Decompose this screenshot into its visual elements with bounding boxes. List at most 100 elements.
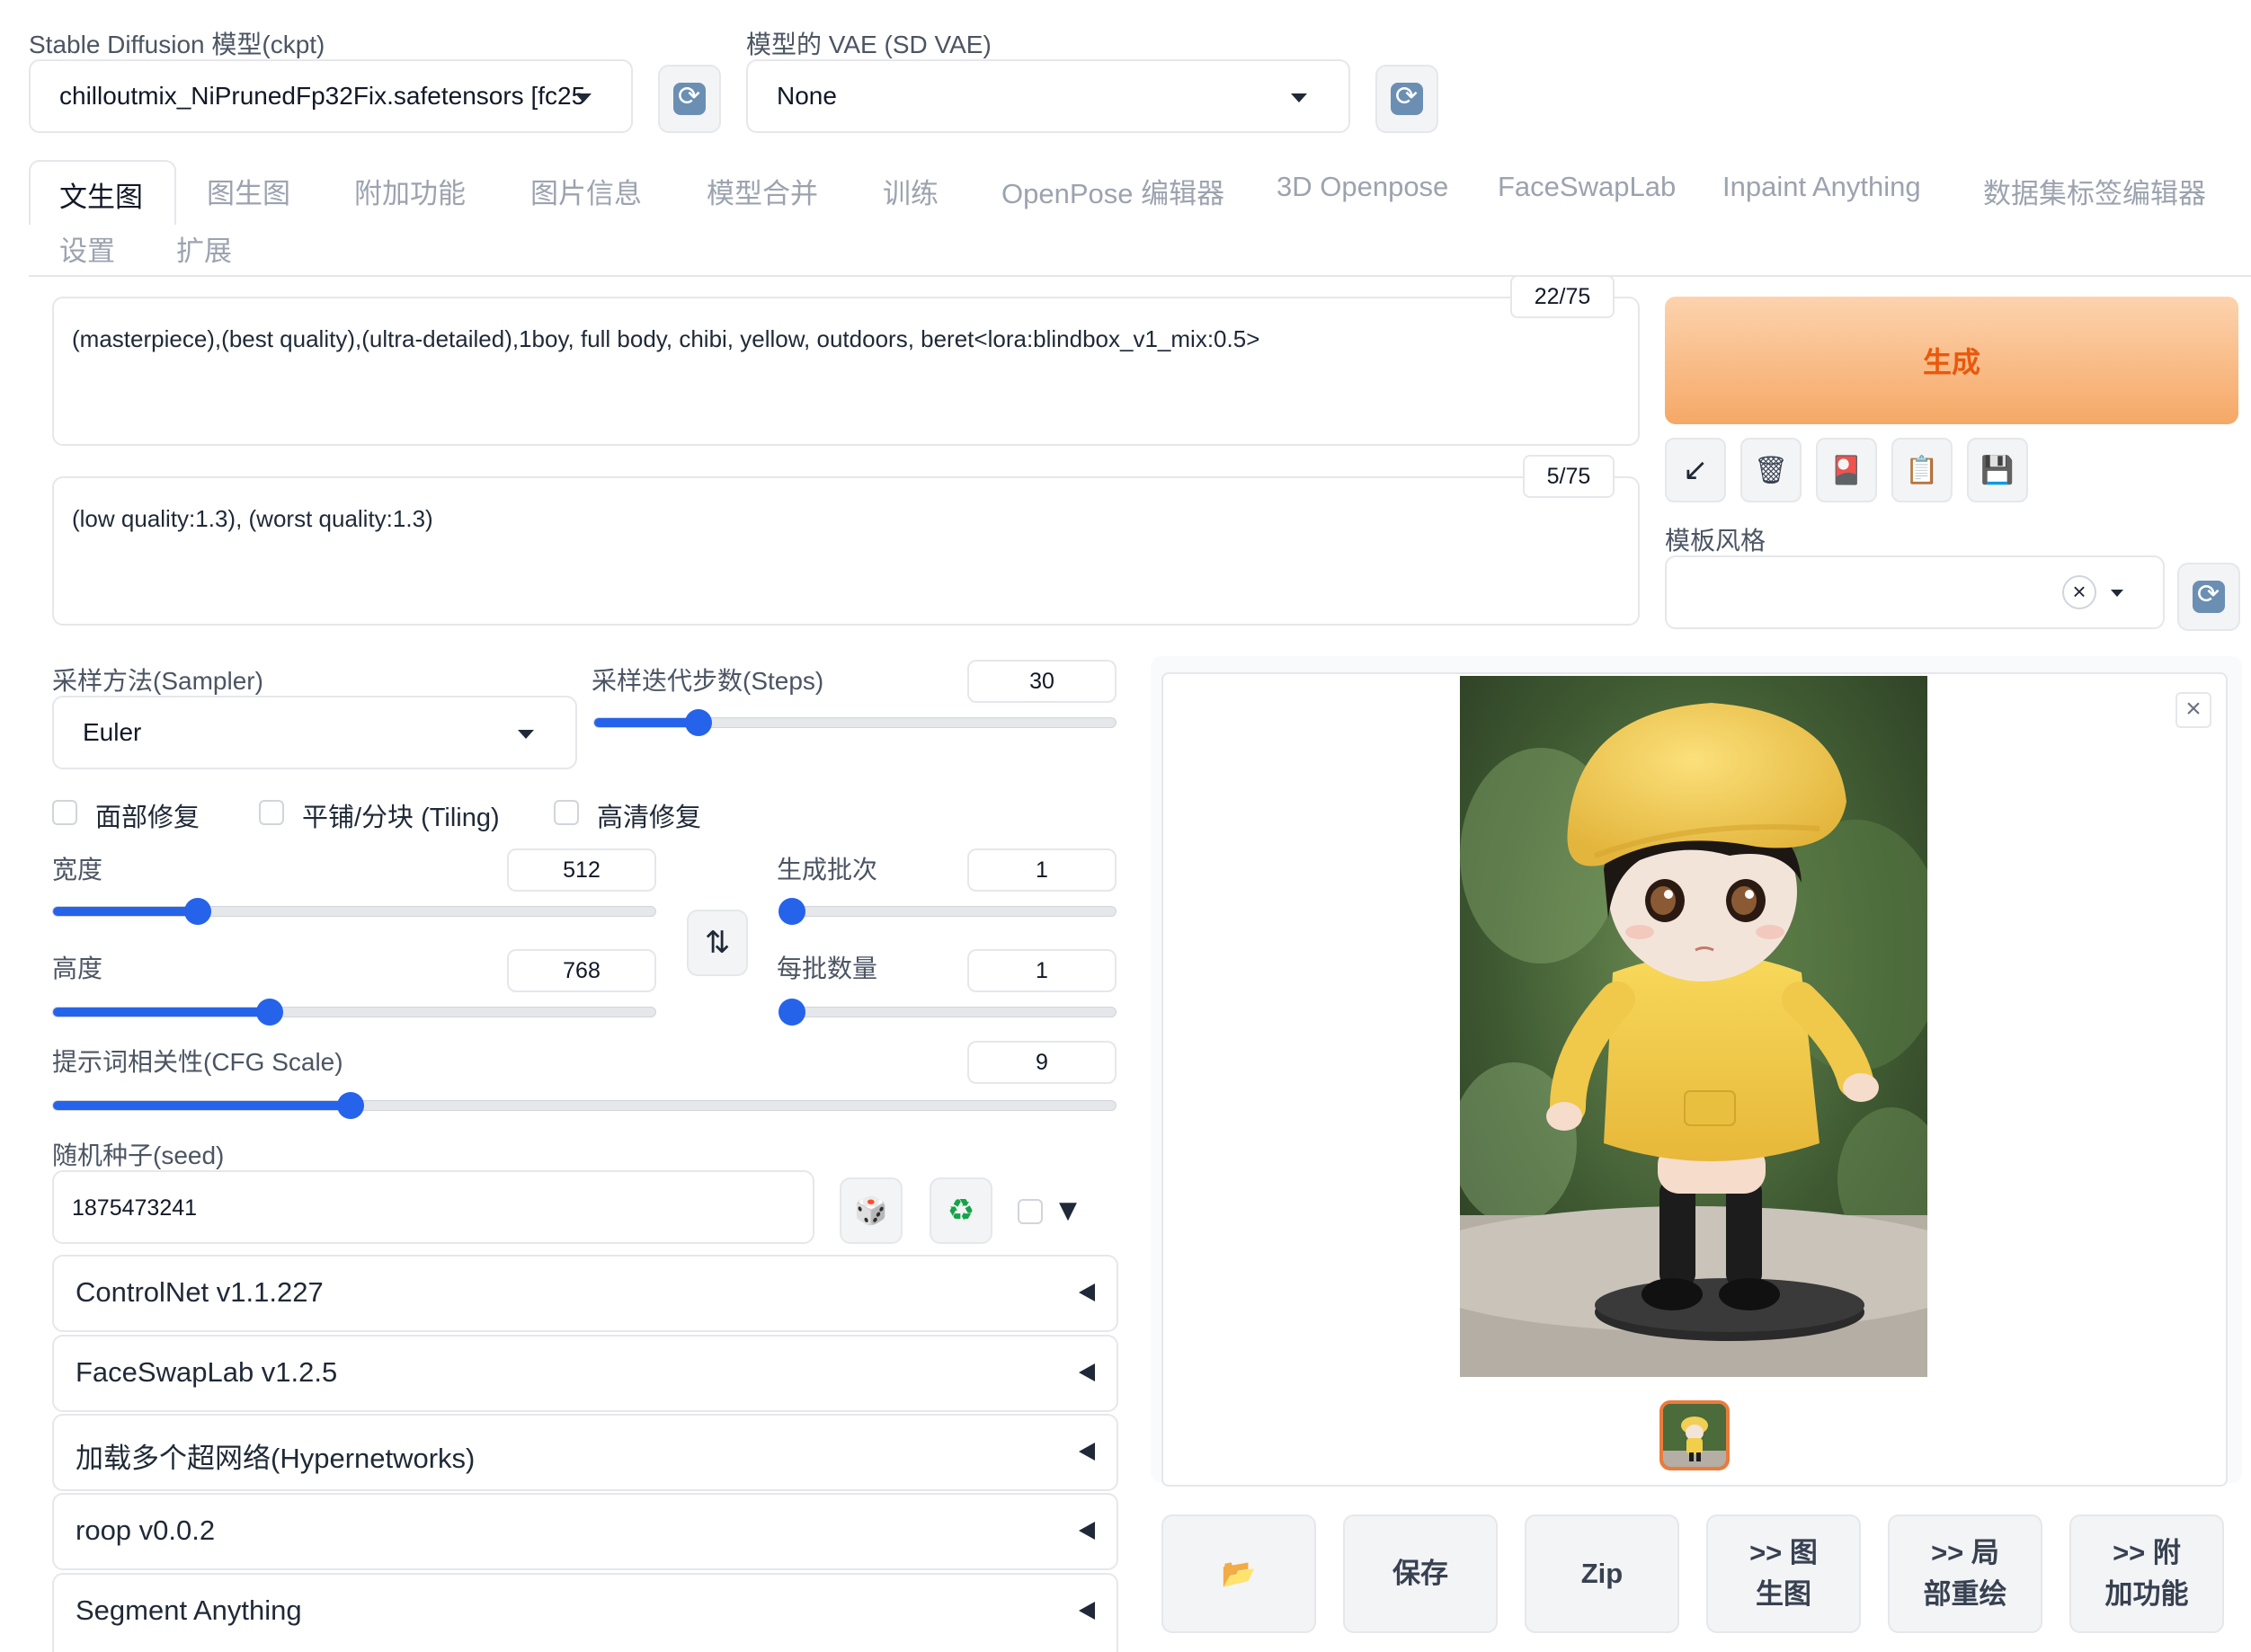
tab-dataset-tag-editor[interactable]: 数据集标签编辑器 xyxy=(1983,171,2206,211)
steps-slider-thumb[interactable] xyxy=(685,709,712,736)
refresh-icon xyxy=(2193,579,2225,613)
accordion-controlnet[interactable]: ControlNet v1.1.227 xyxy=(52,1255,1118,1332)
seed-input[interactable]: 1875473241 xyxy=(52,1170,814,1244)
extra-seed-toggle-icon[interactable]: ▼ xyxy=(1059,1197,1077,1224)
batch-count-slider[interactable] xyxy=(779,898,1117,925)
caret-left-icon xyxy=(1079,1602,1095,1620)
extra-seed-checkbox[interactable] xyxy=(1018,1199,1043,1224)
refresh-vae-button[interactable] xyxy=(1375,65,1438,133)
tab-merge[interactable]: 模型合并 xyxy=(707,171,818,211)
seed-label: 随机种子(seed) xyxy=(52,1141,225,1169)
tab-divider xyxy=(29,275,2251,277)
zip-button[interactable]: Zip xyxy=(1525,1514,1679,1633)
prompt-input[interactable]: (masterpiece),(best quality),(ultra-deta… xyxy=(52,297,1640,446)
trash-icon: 🗑 xyxy=(1753,454,1789,486)
swap-dimensions-button[interactable]: ⇅ xyxy=(687,910,748,976)
apply-style-button[interactable]: 📋 xyxy=(1891,438,1953,502)
arrow-icon: ↙ xyxy=(1682,453,1709,487)
steps-input[interactable]: 30 xyxy=(967,660,1117,703)
batch-size-slider-thumb[interactable] xyxy=(779,999,805,1026)
read-params-button[interactable]: ↙ xyxy=(1665,438,1726,502)
seed-value: 1875473241 xyxy=(72,1195,198,1221)
tab-png-info[interactable]: 图片信息 xyxy=(530,171,642,211)
batch-size-slider[interactable] xyxy=(779,999,1117,1026)
caret-left-icon xyxy=(1079,1443,1095,1461)
caret-left-icon xyxy=(1079,1522,1095,1540)
reuse-seed-button[interactable]: ♻ xyxy=(930,1177,992,1244)
tab-settings[interactable]: 设置 xyxy=(59,228,115,269)
caret-left-icon xyxy=(1079,1283,1095,1301)
chevron-down-icon xyxy=(1291,93,1307,102)
refresh-ckpt-button[interactable] xyxy=(658,65,721,133)
tab-extensions[interactable]: 扩展 xyxy=(176,228,232,269)
tab-train[interactable]: 训练 xyxy=(883,171,939,211)
swap-icon: ⇅ xyxy=(704,925,731,961)
clear-icon[interactable]: × xyxy=(2062,575,2096,609)
tab-extras[interactable]: 附加功能 xyxy=(354,171,466,211)
height-slider-thumb[interactable] xyxy=(256,999,284,1026)
negative-prompt-input[interactable]: (low quality:1.3), (worst quality:1.3) xyxy=(52,476,1640,626)
width-slider-thumb[interactable] xyxy=(183,898,211,925)
save-button[interactable]: 保存 xyxy=(1343,1514,1498,1633)
accordion-title: roop v0.0.2 xyxy=(76,1514,216,1546)
generated-image[interactable] xyxy=(1460,676,1927,1377)
refresh-styles-button[interactable] xyxy=(2177,563,2240,631)
cfg-input[interactable]: 9 xyxy=(967,1041,1117,1084)
caret-left-icon xyxy=(1079,1363,1095,1381)
accordion-roop[interactable]: roop v0.0.2 xyxy=(52,1493,1118,1570)
hires-fix-checkbox[interactable] xyxy=(554,800,579,825)
accordion-segment-anything[interactable]: Segment Anything xyxy=(52,1573,1118,1652)
tiling-label: 平铺/分块 (Tiling) xyxy=(302,804,500,832)
height-slider[interactable] xyxy=(52,999,656,1026)
vae-select[interactable]: None xyxy=(746,59,1350,133)
style-select[interactable]: × xyxy=(1665,555,2165,629)
send-to-inpaint-button[interactable]: >> 局 部重绘 xyxy=(1888,1514,2042,1633)
tab-txt2img[interactable]: 文生图 xyxy=(29,160,176,225)
clear-prompt-button[interactable]: 🗑 xyxy=(1740,438,1802,502)
tab-3d-openpose[interactable]: 3D Openpose xyxy=(1277,171,1448,203)
accordion-title: ControlNet v1.1.227 xyxy=(76,1276,324,1308)
gallery-thumbnail[interactable] xyxy=(1659,1400,1730,1470)
recycle-icon: ♻ xyxy=(947,1193,975,1229)
close-icon[interactable]: × xyxy=(2175,692,2211,728)
random-seed-button[interactable]: 🎲 xyxy=(840,1177,903,1244)
tab-openpose-editor[interactable]: OpenPose 编辑器 xyxy=(1001,171,1224,211)
cfg-slider[interactable] xyxy=(52,1092,1117,1119)
prompt-token-counter: 22/75 xyxy=(1510,275,1615,318)
floppy-icon: 💾 xyxy=(1980,454,2015,486)
steps-label: 采样迭代步数(Steps) xyxy=(592,667,824,695)
accordion-faceswaplab[interactable]: FaceSwapLab v1.2.5 xyxy=(52,1335,1118,1412)
batch-size-input[interactable]: 1 xyxy=(967,949,1117,992)
chevron-down-icon xyxy=(518,730,534,739)
height-input[interactable]: 768 xyxy=(507,949,656,992)
height-slider-fill xyxy=(53,1008,271,1017)
save-label: 保存 xyxy=(1392,1558,1448,1589)
card-icon: 🎴 xyxy=(1829,454,1864,486)
send-extras-line1: >> 附 xyxy=(2113,1537,2181,1568)
generate-button[interactable]: 生成 xyxy=(1665,297,2238,424)
tab-faceswaplab[interactable]: FaceSwapLab xyxy=(1498,171,1676,203)
thumbnail-art xyxy=(1663,1404,1726,1467)
steps-slider[interactable] xyxy=(593,709,1117,736)
batch-count-input[interactable]: 1 xyxy=(967,848,1117,892)
width-input[interactable]: 512 xyxy=(507,848,656,892)
send-to-extras-button[interactable]: >> 附 加功能 xyxy=(2069,1514,2224,1633)
negative-token-counter: 5/75 xyxy=(1523,455,1615,498)
tab-inpaint-anything[interactable]: Inpaint Anything xyxy=(1722,171,1921,203)
width-slider[interactable] xyxy=(52,898,656,925)
send-to-img2img-button[interactable]: >> 图 生图 xyxy=(1706,1514,1861,1633)
cfg-slider-thumb[interactable] xyxy=(336,1092,364,1119)
sampler-select[interactable]: Euler xyxy=(52,696,577,769)
tab-img2img[interactable]: 图生图 xyxy=(207,171,290,211)
send-inpaint-line1: >> 局 xyxy=(1931,1537,1999,1568)
ckpt-select[interactable]: chilloutmix_NiPrunedFp32Fix.safetensors … xyxy=(29,59,633,133)
face-restore-checkbox[interactable] xyxy=(52,800,77,825)
batch-count-slider-thumb[interactable] xyxy=(779,898,805,925)
open-folder-button[interactable]: 📂 xyxy=(1161,1514,1316,1633)
accordion-hypernetworks[interactable]: 加载多个超网络(Hypernetworks) xyxy=(52,1414,1118,1491)
zip-label: Zip xyxy=(1580,1558,1624,1589)
steps-slider-fill xyxy=(594,718,698,727)
tiling-checkbox[interactable] xyxy=(259,800,284,825)
extra-networks-button[interactable]: 🎴 xyxy=(1816,438,1877,502)
save-style-button[interactable]: 💾 xyxy=(1967,438,2028,502)
